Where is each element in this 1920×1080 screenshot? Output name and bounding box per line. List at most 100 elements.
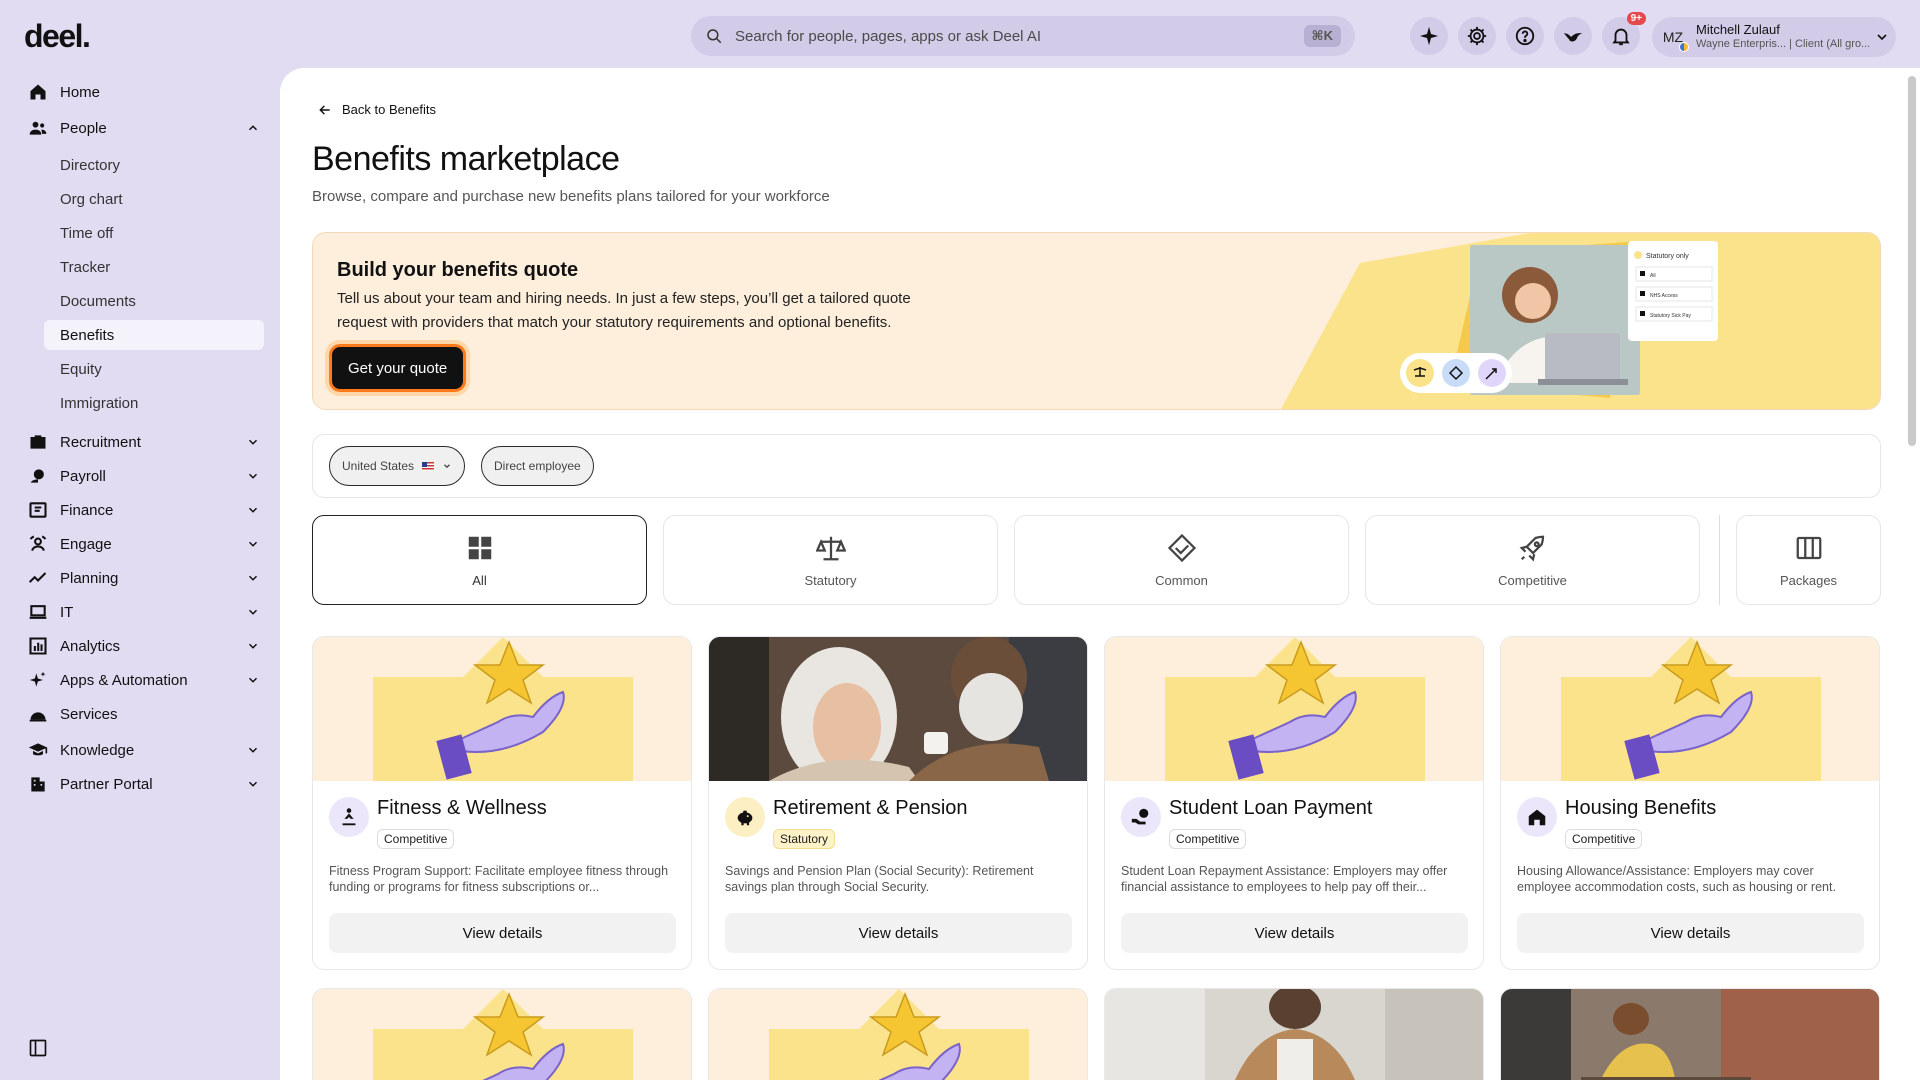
scale-icon	[815, 536, 846, 560]
card-title: Student Loan Payment	[1169, 797, 1373, 819]
search-shortcut: ⌘K	[1303, 25, 1341, 47]
user-org: Wayne Enterpris... | Client (All gro...	[1696, 38, 1871, 50]
tab-all[interactable]: All	[312, 515, 647, 605]
sidebar-subitem-directory[interactable]: Directory	[44, 150, 264, 180]
arrow-left-icon	[319, 104, 330, 115]
hand-star-illustration	[313, 989, 691, 1080]
sidebar-subitem-time-off[interactable]: Time off	[44, 218, 264, 248]
help-button[interactable]	[1506, 17, 1544, 55]
card-description: Fitness Program Support: Facilitate empl…	[329, 864, 669, 894]
hand-star-illustration	[313, 637, 691, 781]
card-description: Savings and Pension Plan (Social Securit…	[725, 864, 1034, 894]
banner-text: Tell us about your team and hiring needs…	[337, 290, 911, 331]
chevron-down-icon	[248, 747, 258, 753]
student-loan-icon	[1121, 797, 1161, 837]
tab-packages[interactable]: Packages	[1736, 515, 1881, 605]
feedback-button[interactable]	[1554, 17, 1592, 55]
chevron-down-icon	[248, 575, 258, 581]
sidebar-item-analytics[interactable]: Analytics	[28, 630, 260, 662]
avatar: MZ	[1658, 22, 1689, 52]
user-menu[interactable]: MZ Mitchell Zulauf Wayne Enterpris... | …	[1652, 17, 1896, 57]
org-dot	[1679, 42, 1689, 52]
sidebar-item-finance[interactable]: Finance	[28, 494, 260, 526]
page-subtitle: Browse, compare and purchase new benefit…	[312, 188, 830, 205]
mock-panel-row: All	[1650, 273, 1656, 279]
mock-panel-row: NHS Access	[1650, 293, 1678, 299]
tab-competitive[interactable]: Competitive	[1365, 515, 1700, 605]
sidebar-item-planning[interactable]: Planning	[28, 562, 260, 594]
sidebar-item-it[interactable]: IT	[28, 596, 260, 628]
chevron-down-icon	[248, 643, 258, 649]
columns-icon	[1796, 536, 1821, 559]
notifications-button[interactable]: 9+	[1602, 12, 1646, 55]
benefit-card-student-loan[interactable]: Student Loan Payment Competitive Student…	[1104, 636, 1484, 970]
house-icon	[1517, 797, 1557, 837]
briefcase-icon	[30, 435, 46, 449]
ai-assistant-button[interactable]	[1410, 17, 1448, 55]
get-your-quote-button[interactable]: Get your quote	[332, 347, 464, 389]
sidebar-subitem-tracker[interactable]: Tracker	[44, 252, 264, 282]
people-icon	[29, 121, 47, 135]
tab-common[interactable]: Common	[1014, 515, 1349, 605]
benefit-card-partial[interactable]	[1500, 988, 1880, 1080]
global-search[interactable]: ⌘K	[691, 16, 1355, 56]
quote-banner: Build your benefits quote Tell us about …	[312, 232, 1881, 410]
chevron-down-icon	[1877, 34, 1887, 41]
user-name: Mitchell Zulauf	[1696, 23, 1780, 37]
sidebar-item-people[interactable]: People	[28, 112, 260, 144]
diamond-handshake-icon	[1167, 533, 1196, 562]
fitness-icon	[329, 797, 369, 837]
notifications-badge: 9+	[1626, 12, 1646, 25]
sidebar-item-recruitment[interactable]: Recruitment	[28, 426, 260, 458]
view-details-button[interactable]: View details	[1121, 913, 1468, 953]
laptop-icon	[29, 605, 47, 619]
scrollbar[interactable]	[1908, 76, 1916, 446]
sidebar-subitem-benefits[interactable]: Benefits	[44, 320, 264, 350]
sidebar-item-payroll[interactable]: Payroll	[28, 460, 260, 492]
sidebar-item-engage[interactable]: Engage	[28, 528, 260, 560]
sidebar-subitem-org-chart[interactable]: Org chart	[44, 184, 264, 214]
banner-illustration: Statutory only All NHS Access Statutory …	[1281, 233, 1880, 409]
chevron-up-icon	[248, 125, 258, 131]
sidebar-subitem-documents[interactable]: Documents	[44, 286, 264, 316]
sparkle-icon	[29, 671, 46, 687]
sidebar-collapse-icon[interactable]	[28, 1038, 48, 1058]
sidebar-item-home[interactable]: Home	[28, 76, 260, 108]
chevron-down-icon	[444, 464, 450, 469]
view-details-button[interactable]: View details	[725, 913, 1072, 953]
services-icon	[29, 712, 47, 722]
sidebar-item-partner-portal[interactable]: Partner Portal	[28, 768, 260, 800]
benefit-card-partial[interactable]	[708, 988, 1088, 1080]
piggy-bank-icon	[725, 797, 765, 837]
employment-type-filter[interactable]: Direct employee	[481, 446, 594, 486]
card-title: Fitness & Wellness	[377, 797, 547, 819]
commuter-photo	[1105, 989, 1483, 1080]
country-filter[interactable]: United States	[329, 446, 466, 486]
chevron-down-icon	[248, 507, 258, 513]
sidebar-subitem-equity[interactable]: Equity	[44, 354, 264, 384]
benefit-card-partial[interactable]	[1104, 988, 1484, 1080]
sidebar-item-apps-automation[interactable]: Apps & Automation	[28, 664, 260, 696]
deel-logo[interactable]: deel.	[24, 18, 91, 55]
view-details-button[interactable]: View details	[329, 913, 676, 953]
banner-title: Build your benefits quote	[337, 259, 579, 281]
sidebar-subitem-immigration[interactable]: Immigration	[44, 388, 264, 418]
benefit-card-partial[interactable]	[312, 988, 692, 1080]
sidebar-item-services[interactable]: Services	[28, 698, 260, 730]
view-details-button[interactable]: View details	[1517, 913, 1864, 953]
planning-icon	[28, 572, 47, 583]
search-input[interactable]	[735, 27, 1304, 45]
benefit-card-retirement[interactable]: Retirement & Pension Statutory Savings a…	[708, 636, 1088, 970]
settings-button[interactable]	[1458, 17, 1496, 55]
graduation-cap-icon	[28, 743, 48, 756]
payroll-icon	[30, 469, 44, 483]
tab-statutory[interactable]: Statutory	[663, 515, 998, 605]
benefit-card-housing[interactable]: Housing Benefits Competitive Housing All…	[1500, 636, 1880, 970]
chevron-down-icon	[248, 677, 258, 683]
back-to-benefits-link[interactable]: Back to Benefits	[318, 102, 436, 117]
benefit-card-fitness[interactable]: Fitness & Wellness Competitive Fitness P…	[312, 636, 692, 970]
filters-bar: United States Direct employee	[312, 434, 1881, 498]
sidebar-item-knowledge[interactable]: Knowledge	[28, 734, 260, 766]
hand-star-illustration	[1501, 637, 1879, 781]
category-badge: Competitive	[1169, 829, 1247, 849]
